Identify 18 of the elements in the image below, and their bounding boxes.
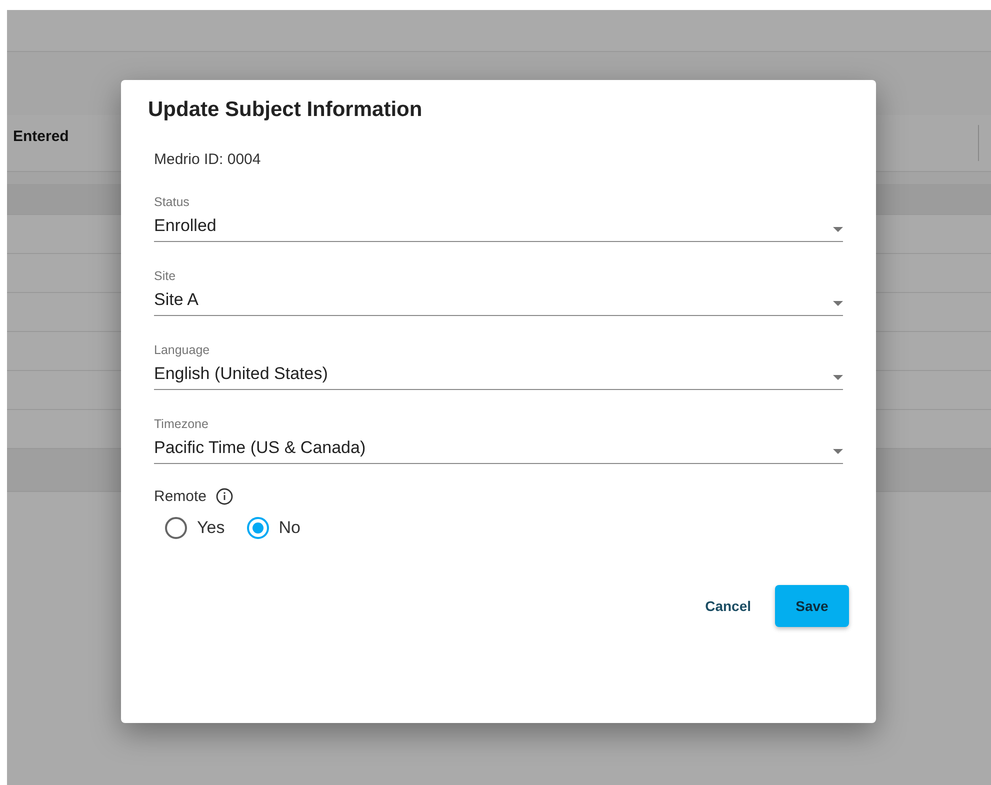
radio-icon[interactable] [246, 517, 269, 539]
remote-label: Remote [154, 488, 207, 505]
caret-icon [833, 301, 843, 306]
select-field[interactable]: Status Enrolled [154, 195, 843, 242]
column-header: Entered [13, 128, 69, 145]
select-field[interactable]: Timezone Pacific Time (US & Canada) [154, 417, 843, 464]
radio-option[interactable]: Yes [165, 517, 225, 539]
info-icon[interactable] [216, 488, 233, 505]
save-button[interactable]: Save [775, 585, 849, 627]
select-field[interactable]: Site Site A [154, 269, 843, 316]
radio-icon[interactable] [165, 517, 187, 539]
dialog-title: Update Subject Information [148, 98, 424, 122]
cancel-button[interactable]: Cancel [703, 588, 753, 624]
select-field[interactable]: Language English (United States) [154, 343, 843, 390]
caret-icon [833, 227, 843, 232]
caret-icon [833, 375, 843, 380]
radio-option[interactable]: No [246, 517, 300, 539]
id-text: Medrio ID: 0004 [154, 151, 262, 168]
